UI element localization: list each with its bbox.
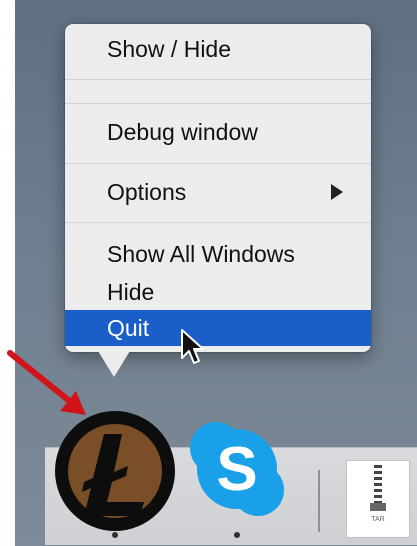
litecoin-icon[interactable] bbox=[52, 408, 178, 534]
menu-item-label: Options bbox=[107, 179, 187, 205]
zipper-graphic bbox=[374, 465, 382, 503]
menu-separator bbox=[65, 163, 371, 164]
menu-item-show-hide[interactable]: Show / Hide bbox=[65, 31, 371, 67]
running-indicator bbox=[112, 532, 118, 538]
context-menu: Show / Hide Debug window Options Show Al… bbox=[65, 24, 371, 352]
menu-item-label: Quit bbox=[107, 315, 150, 341]
menu-separator bbox=[65, 103, 371, 104]
skype-icon[interactable]: S bbox=[186, 418, 288, 520]
menu-item-debug-window[interactable]: Debug window bbox=[65, 114, 371, 150]
menu-item-label: Debug window bbox=[107, 119, 258, 145]
menu-item-label: Hide bbox=[107, 279, 155, 305]
running-indicator bbox=[234, 532, 240, 538]
file-extension-label: TAR bbox=[371, 516, 385, 523]
menu-item-quit[interactable]: Quit bbox=[65, 310, 371, 346]
menu-item-options[interactable]: Options bbox=[65, 174, 371, 210]
mouse-cursor-icon bbox=[181, 329, 204, 364]
zipper-pull bbox=[370, 503, 386, 511]
tar-archive-icon[interactable]: TAR bbox=[346, 460, 410, 538]
menu-separator bbox=[65, 79, 371, 80]
dock-separator bbox=[318, 470, 320, 532]
menu-separator bbox=[65, 222, 371, 223]
menu-pointer bbox=[98, 351, 130, 377]
submenu-arrow-icon bbox=[331, 184, 343, 200]
menu-item-label: Show All Windows bbox=[107, 241, 295, 267]
menu-item-label: Show / Hide bbox=[107, 36, 232, 62]
menu-item-hide[interactable]: Hide bbox=[65, 274, 371, 310]
svg-text:S: S bbox=[216, 435, 257, 504]
menu-item-show-all-windows[interactable]: Show All Windows bbox=[65, 236, 371, 272]
